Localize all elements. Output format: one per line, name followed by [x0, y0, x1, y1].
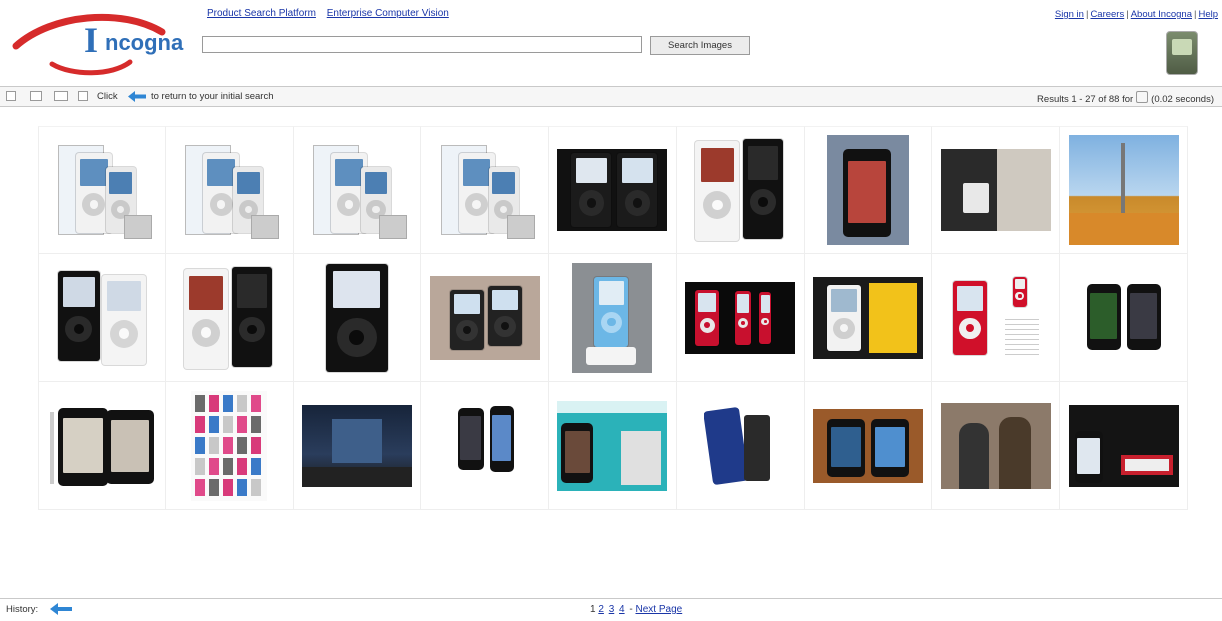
incogna-logo[interactable]: I ncogna: [12, 6, 192, 78]
result-thumbnail[interactable]: [182, 263, 276, 373]
view-grid-icon[interactable]: [78, 91, 88, 101]
result-thumbnail[interactable]: [572, 262, 653, 373]
result-thumbnail[interactable]: [435, 141, 535, 239]
logo-arc-graphic: I ncogna: [12, 13, 184, 76]
page-1: 1: [590, 604, 596, 615]
result-thumbnail[interactable]: [813, 408, 924, 483]
result-thumbnail[interactable]: [813, 276, 924, 359]
result-thumbnail[interactable]: [1068, 404, 1179, 487]
help-link[interactable]: Help: [1198, 9, 1218, 20]
result-thumbnail[interactable]: [48, 404, 156, 488]
result-thumbnail[interactable]: [56, 269, 148, 367]
view-medium-icon[interactable]: [30, 91, 42, 101]
nav-link-product-search[interactable]: Product Search Platform: [207, 8, 316, 19]
result-thumbnail[interactable]: [557, 149, 668, 231]
result-thumbnail[interactable]: [324, 262, 390, 374]
results-count: Results 1 - 27 of 88 for (0.02 seconds): [1037, 91, 1214, 105]
result-cell[interactable]: [1060, 254, 1188, 382]
careers-link[interactable]: Careers: [1090, 9, 1124, 20]
image-results-grid: [38, 126, 1188, 510]
return-instruction: to return to your initial search: [151, 91, 274, 102]
result-cell[interactable]: [676, 126, 805, 254]
result-thumbnail[interactable]: [685, 281, 796, 354]
result-thumbnail[interactable]: [1083, 282, 1165, 354]
result-cell[interactable]: [38, 254, 166, 382]
back-arrow-icon[interactable]: [128, 91, 146, 102]
result-cell[interactable]: [1060, 126, 1188, 254]
next-page-link[interactable]: Next Page: [636, 604, 683, 615]
result-cell[interactable]: [932, 126, 1061, 254]
history-label: History:: [6, 604, 39, 615]
page-link-2[interactable]: 2: [598, 604, 604, 615]
result-cell[interactable]: [165, 254, 294, 382]
result-cell[interactable]: [165, 382, 294, 510]
result-thumbnail[interactable]: [429, 275, 540, 360]
result-thumbnail[interactable]: [704, 401, 776, 491]
view-large-icon[interactable]: [54, 91, 68, 101]
result-thumbnail[interactable]: [827, 135, 910, 245]
result-cell[interactable]: [293, 254, 422, 382]
result-cell[interactable]: [804, 254, 933, 382]
result-thumbnail[interactable]: [940, 149, 1051, 231]
result-thumbnail[interactable]: [52, 141, 152, 239]
page-link-3[interactable]: 3: [609, 604, 615, 615]
result-cell[interactable]: [421, 254, 550, 382]
top-nav: Product Search Platform Enterprise Compu…: [207, 8, 457, 19]
result-cell[interactable]: [932, 254, 1061, 382]
result-cell[interactable]: [165, 126, 294, 254]
page-link-4[interactable]: 4: [619, 604, 625, 615]
pagination: 1 2 3 4 - Next Page: [590, 604, 683, 615]
result-thumbnail[interactable]: [1068, 135, 1179, 245]
nav-link-computer-vision[interactable]: Enterprise Computer Vision: [327, 8, 449, 19]
result-thumbnail[interactable]: [557, 400, 668, 491]
result-thumbnail[interactable]: [940, 402, 1051, 489]
result-cell[interactable]: [421, 126, 550, 254]
result-cell[interactable]: [549, 126, 677, 254]
result-thumbnail[interactable]: [949, 271, 1043, 365]
sign-in-link[interactable]: Sign in: [1055, 9, 1084, 20]
search-images-button[interactable]: Search Images: [650, 36, 750, 55]
history-back-icon[interactable]: [50, 603, 72, 615]
result-cell[interactable]: [38, 126, 166, 254]
result-thumbnail[interactable]: [301, 404, 412, 487]
result-cell[interactable]: [676, 382, 805, 510]
result-cell[interactable]: [421, 382, 550, 510]
result-thumbnail[interactable]: [179, 141, 280, 239]
result-thumbnail[interactable]: [307, 141, 407, 239]
about-link[interactable]: About Incogna: [1131, 9, 1192, 20]
account-links: Sign in | Careers | About Incogna | Help: [1054, 9, 1218, 20]
result-thumbnail[interactable]: [693, 135, 787, 245]
result-cell[interactable]: [549, 254, 677, 382]
result-cell[interactable]: [549, 382, 677, 510]
result-cell[interactable]: [293, 126, 422, 254]
logo-wordmark: ncogna: [105, 30, 184, 55]
result-cell[interactable]: [1060, 382, 1188, 510]
query-image-icon[interactable]: [1136, 91, 1149, 103]
result-thumbnail[interactable]: [450, 396, 520, 496]
footer-divider: [0, 598, 1222, 599]
result-cell[interactable]: [804, 382, 933, 510]
avatar[interactable]: [1166, 31, 1198, 75]
result-cell[interactable]: [38, 382, 166, 510]
result-cell[interactable]: [804, 126, 933, 254]
result-cell[interactable]: [293, 382, 422, 510]
result-thumbnail[interactable]: [191, 390, 268, 501]
results-toolbar: Click to return to your initial search R…: [0, 86, 1222, 107]
click-label: Click: [97, 91, 118, 102]
result-cell[interactable]: [676, 254, 805, 382]
view-small-icon[interactable]: [6, 91, 16, 101]
result-cell[interactable]: [932, 382, 1061, 510]
logo-initial: I: [84, 20, 98, 60]
search-input[interactable]: [202, 36, 642, 53]
